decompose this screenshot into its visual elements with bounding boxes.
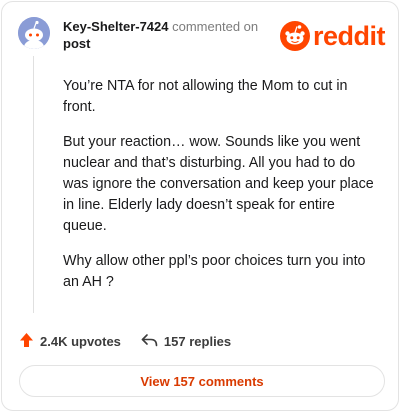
- post-link[interactable]: post: [63, 36, 90, 51]
- upvote-button[interactable]: 2.4K upvotes: [19, 332, 121, 351]
- comment-body: You’re NTA for not allowing the Mom to c…: [63, 76, 381, 307]
- reply-arrow-icon: [141, 333, 158, 350]
- upvote-count: 2.4K upvotes: [40, 333, 121, 349]
- thread-line: [33, 56, 34, 313]
- comment-paragraph: You’re NTA for not allowing the Mom to c…: [63, 78, 348, 115]
- comment-paragraph: But your reaction… wow. Sounds like you …: [63, 134, 374, 234]
- user-avatar[interactable]: [18, 17, 50, 49]
- upvote-arrow-icon: [19, 332, 34, 351]
- snoo-avatar-icon: [18, 17, 50, 49]
- replies-button[interactable]: 157 replies: [141, 333, 231, 350]
- reddit-wordmark: reddit: [313, 21, 386, 51]
- comment-actions: 2.4K upvotes 157 replies: [19, 330, 379, 352]
- reddit-logo[interactable]: reddit: [280, 20, 388, 52]
- replies-count: 157 replies: [163, 333, 232, 349]
- view-comments-button[interactable]: View 157 comments: [19, 365, 385, 397]
- comment-card: Key-Shelter-7424 commented on post reddi…: [1, 1, 399, 411]
- reddit-snoo-icon: [280, 21, 310, 51]
- comment-header: Key-Shelter-7424 commented on post: [63, 18, 273, 52]
- username-link[interactable]: Key-Shelter-7424: [63, 19, 169, 34]
- commented-on-label: commented on: [172, 19, 259, 34]
- comment-paragraph: Why allow other ppl’s poor choices turn …: [63, 253, 366, 290]
